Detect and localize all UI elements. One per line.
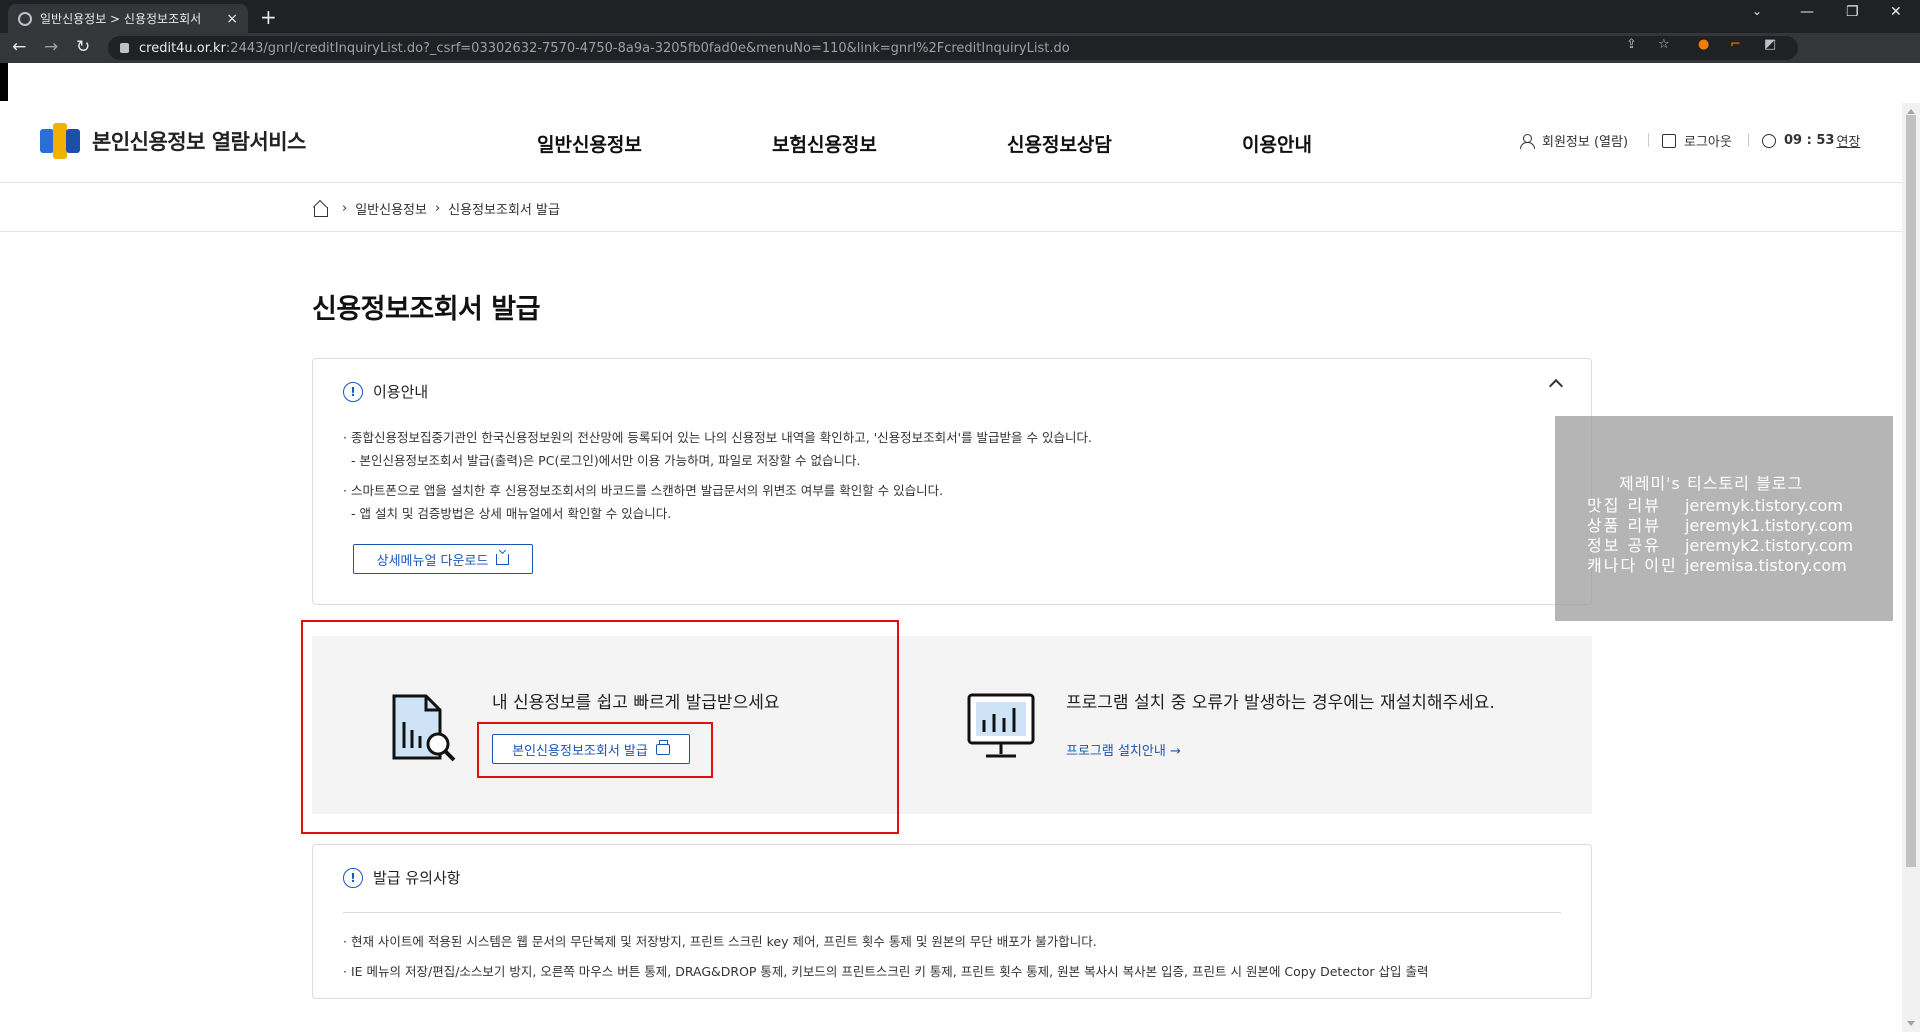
util-divider: [1748, 133, 1749, 147]
member-info-link[interactable]: 회원정보 (열람): [1520, 131, 1628, 150]
page-top-strip: [0, 63, 1920, 103]
guide-bullet-2: · 스마트폰으로 앱을 설치한 후 신용정보조회서의 바코드를 스캔하면 발급문…: [343, 483, 944, 498]
install-panel: 프로그램 설치 중 오류가 발생하는 경우에는 재설치해주세요. 프로그램 설치…: [898, 636, 1592, 814]
lock-icon: [120, 43, 129, 53]
page-edge-mark: [0, 63, 8, 101]
nav-insurance-credit[interactable]: 보험신용정보: [772, 130, 877, 157]
site-header: 본인신용정보 열람서비스 일반신용정보 보험신용정보 신용정보상담 이용안내 회…: [0, 103, 1902, 183]
window-close-icon[interactable]: ✕: [1890, 4, 1902, 20]
usage-guide-header: ! 이용안내: [343, 381, 428, 402]
notice-card: ! 발급 유의사항 · 현재 사이트에 적용된 시스템은 웹 문서의 무단복제 …: [312, 844, 1592, 999]
nav-credit-consult[interactable]: 신용정보상담: [1007, 130, 1112, 157]
blog-watermark: 제레미's 티스토리 블로그 맛집 리뷰 jeremyk.tistory.com …: [1555, 416, 1893, 621]
notice-title: 발급 유의사항: [373, 869, 461, 887]
info-icon: !: [343, 381, 363, 402]
breadcrumb-level2: 신용정보조회서 발급: [448, 203, 560, 218]
person-icon: [1520, 133, 1535, 149]
session-timer: 09 : 53 연장: [1762, 131, 1860, 150]
breadcrumb-level1[interactable]: 일반신용정보: [355, 199, 427, 218]
restore-icon[interactable]: ❐: [1846, 4, 1859, 20]
highlight-box-button: [477, 722, 713, 778]
extension-icon[interactable]: ●: [1698, 37, 1709, 52]
guide-sub-1: - 본인신용정보조회서 발급(출력)은 PC(로그인)에서만 이용 가능하며, …: [351, 453, 861, 468]
tab-close-icon[interactable]: ×: [226, 11, 238, 27]
usage-guide-card: ! 이용안내 · 종합신용정보집중기관인 한국신용정보원의 전산망에 등록되어 …: [312, 358, 1592, 605]
tab-search-icon[interactable]: ⌄: [1752, 4, 1762, 18]
info-icon: !: [343, 867, 363, 888]
back-arrow-icon[interactable]: ←: [12, 37, 26, 57]
usage-guide-title: 이용안내: [373, 383, 429, 401]
page-scrollbar[interactable]: [1902, 103, 1920, 1032]
logout-link[interactable]: 로그아웃: [1662, 131, 1732, 150]
tab-title: 일반신용정보 > 신용정보조회서: [40, 12, 202, 26]
install-panel-text: 프로그램 설치 중 오류가 발생하는 경우에는 재설치해주세요.: [1066, 693, 1495, 713]
chevron-up-icon[interactable]: [1548, 378, 1564, 394]
reload-icon[interactable]: ↻: [76, 37, 90, 57]
logout-label: 로그아웃: [1684, 135, 1732, 150]
notice-divider: [343, 912, 1561, 913]
browser-tab-bar: 일반신용정보 > 신용정보조회서 × + ⌄ — ❐ ✕: [0, 0, 1920, 33]
profile-icon[interactable]: ◩: [1764, 37, 1776, 52]
url-host: credit4u.or.kr: [139, 40, 226, 56]
address-bar-row: ← → ↻ credit4u.or.kr :2443/gnrl/creditIn…: [0, 33, 1920, 63]
download-icon: [496, 553, 510, 565]
scroll-up-icon[interactable]: [1907, 109, 1915, 114]
browser-tab[interactable]: 일반신용정보 > 신용정보조회서 ×: [8, 4, 248, 33]
page-title: 신용정보조회서 발급: [312, 294, 540, 325]
chevron-right-icon: ›: [434, 201, 441, 216]
url-input[interactable]: credit4u.or.kr :2443/gnrl/creditInquiryL…: [108, 36, 1798, 60]
nav-usage-guide[interactable]: 이용안내: [1242, 130, 1312, 157]
timer-value: 09 : 53: [1784, 133, 1835, 148]
install-guide-link[interactable]: 프로그램 설치안내 →: [1066, 740, 1181, 759]
site-logo[interactable]: 본인신용정보 열람서비스: [40, 123, 306, 159]
manual-download-button[interactable]: 상세메뉴얼 다운로드: [353, 544, 533, 574]
watermark-title: 제레미's 티스토리 블로그: [1619, 474, 1804, 493]
member-info-label: 회원정보 (열람): [1542, 135, 1629, 150]
minimize-icon[interactable]: —: [1800, 4, 1814, 20]
notice-bullet-1: · 현재 사이트에 적용된 시스템은 웹 문서의 무단복제 및 저장방지, 프린…: [343, 934, 1097, 949]
share-icon[interactable]: ⇪: [1626, 37, 1637, 52]
logo-mark-icon: [40, 123, 82, 159]
chevron-right-icon: ›: [342, 201, 348, 216]
url-path: :2443/gnrl/creditInquiryList.do?_csrf=03…: [225, 40, 1070, 56]
globe-icon: [18, 11, 32, 26]
extension-icon-2[interactable]: ⌐: [1730, 37, 1741, 52]
breadcrumb: › 일반신용정보 › 신용정보조회서 발급: [0, 184, 1902, 232]
scroll-down-icon[interactable]: [1907, 1021, 1915, 1026]
notice-bullet-2: · IE 메뉴의 저장/편집/소스보기 방지, 오른쪽 마우스 버튼 통제, D…: [343, 964, 1429, 979]
bookmark-star-icon[interactable]: ☆: [1658, 37, 1670, 52]
forward-arrow-icon[interactable]: →: [44, 37, 58, 57]
logout-icon: [1662, 133, 1676, 148]
extend-session-link[interactable]: 연장: [1836, 131, 1860, 150]
guide-sub-2: - 앱 설치 및 검증방법은 상세 매뉴얼에서 확인할 수 있습니다.: [351, 506, 672, 521]
guide-bullet-1: · 종합신용정보집중기관인 한국신용정보원의 전산망에 등록되어 있는 나의 신…: [343, 430, 1092, 445]
scroll-thumb[interactable]: [1906, 115, 1916, 867]
watermark-row: 캐나다 이민 jeremisa.tistory.com: [1587, 556, 1847, 575]
logo-text: 본인신용정보 열람서비스: [92, 130, 306, 154]
home-icon[interactable]: [312, 201, 328, 217]
monitor-chart-icon: [967, 693, 1035, 758]
nav-general-credit[interactable]: 일반신용정보: [537, 130, 642, 157]
clock-icon: [1762, 133, 1776, 148]
new-tab-button[interactable]: +: [260, 5, 277, 29]
notice-header: ! 발급 유의사항: [343, 867, 461, 888]
manual-download-label: 상세메뉴얼 다운로드: [376, 553, 489, 569]
util-divider: [1648, 133, 1649, 147]
